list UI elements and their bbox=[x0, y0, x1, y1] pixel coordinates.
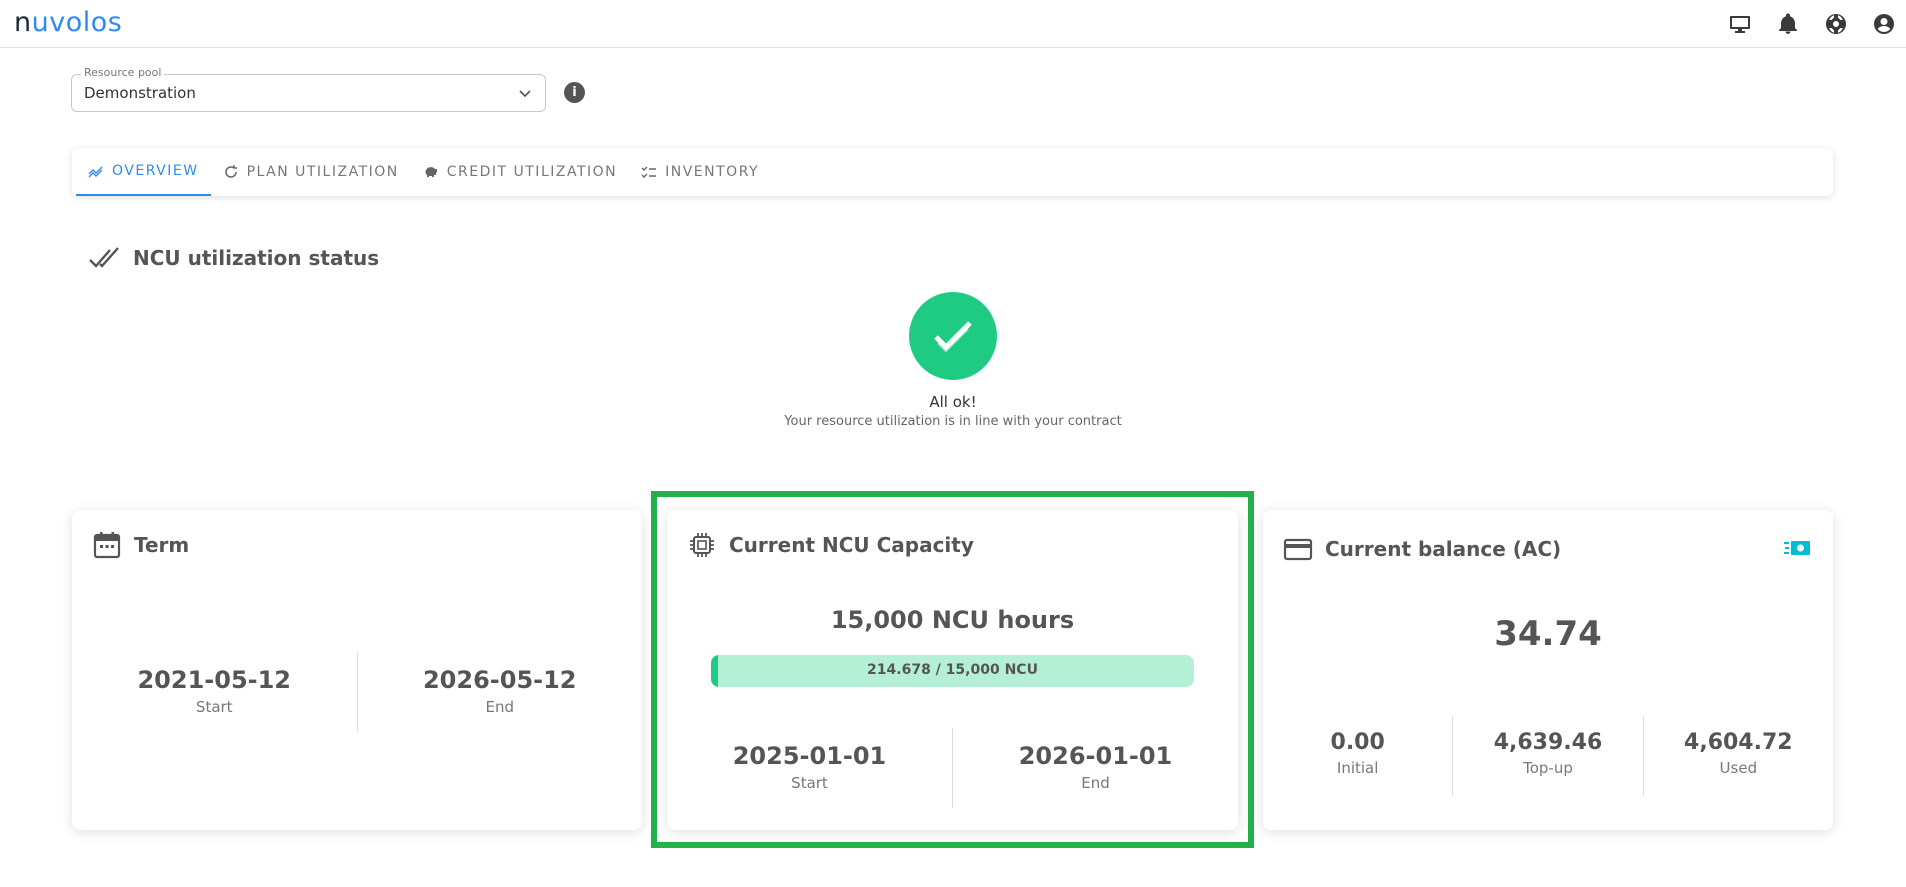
term-start-label: Start bbox=[195, 698, 233, 716]
tab-inventory[interactable]: INVENTORY bbox=[629, 148, 771, 196]
balance-card-title: Current balance (AC) bbox=[1283, 534, 1561, 564]
highlight-box bbox=[651, 491, 1254, 848]
tab-plan-utilization[interactable]: PLAN UTILIZATION bbox=[211, 148, 411, 196]
term-dates: 2021-05-12 Start 2026-05-12 End bbox=[72, 652, 642, 732]
lifebuoy-icon[interactable] bbox=[1822, 10, 1850, 38]
balance-initial-value: 0.00 bbox=[1330, 730, 1385, 755]
balance-initial-label: Initial bbox=[1336, 759, 1379, 777]
tab-inventory-label: INVENTORY bbox=[665, 164, 760, 180]
account-icon[interactable] bbox=[1870, 10, 1898, 38]
term-end-label: End bbox=[485, 698, 514, 716]
tab-overview[interactable]: OVERVIEW bbox=[76, 148, 211, 196]
term-card-title: Term bbox=[92, 530, 189, 560]
term-start: 2021-05-12 Start bbox=[72, 652, 357, 732]
check-icon bbox=[934, 321, 972, 353]
calendar-icon bbox=[93, 532, 121, 559]
tab-bar: OVERVIEW PLAN UTILIZATION CREDIT UTILIZA… bbox=[72, 148, 1833, 196]
resource-pool-value: Demonstration bbox=[84, 84, 196, 102]
ok-subtitle: Your resource utilization is in line wit… bbox=[784, 414, 1122, 429]
resource-pool-label: Resource pool bbox=[81, 66, 165, 79]
tab-plan-utilization-label: PLAN UTILIZATION bbox=[246, 164, 399, 180]
balance-used-label: Used bbox=[1719, 759, 1758, 777]
term-card: Term 2021-05-12 Start 2026-05-12 End bbox=[72, 510, 642, 830]
term-start-date: 2021-05-12 bbox=[137, 666, 291, 694]
double-check-icon bbox=[89, 247, 119, 268]
chevron-down-icon[interactable] bbox=[517, 85, 533, 101]
ok-status-icon bbox=[909, 292, 997, 380]
balance-breakdown: 0.00 Initial 4,639.46 Top-up 4,604.72 Us… bbox=[1263, 716, 1833, 796]
checklist-icon bbox=[641, 166, 657, 178]
top-icons bbox=[1726, 10, 1898, 38]
tab-credit-utilization-label: CREDIT UTILIZATION bbox=[446, 164, 618, 180]
resource-pool-select[interactable]: Resource pool Demonstration bbox=[71, 66, 546, 112]
balance-topup-value: 4,639.46 bbox=[1493, 730, 1603, 755]
status-title: NCU utilization status bbox=[133, 246, 380, 270]
balance-topup: 4,639.46 Top-up bbox=[1452, 716, 1642, 796]
balance-card: Current balance (AC) 34.74 0.00 Initial … bbox=[1263, 510, 1833, 830]
info-icon[interactable]: i bbox=[564, 82, 585, 103]
ok-title: All ok! bbox=[929, 393, 977, 411]
status-heading: NCU utilization status bbox=[88, 246, 379, 270]
refresh-icon bbox=[224, 165, 237, 178]
balance-value: 34.74 bbox=[1494, 614, 1602, 654]
chart-line-icon bbox=[88, 166, 103, 178]
term-end-date: 2026-05-12 bbox=[422, 666, 577, 694]
top-bar: nuvolos bbox=[0, 0, 1906, 48]
cash-icon[interactable] bbox=[1783, 538, 1811, 558]
balance-initial: 0.00 Initial bbox=[1263, 716, 1452, 796]
balance-used-value: 4,604.72 bbox=[1684, 730, 1793, 755]
tab-credit-utilization[interactable]: CREDIT UTILIZATION bbox=[411, 148, 629, 196]
term-end: 2026-05-12 End bbox=[356, 652, 643, 732]
bell-icon[interactable] bbox=[1774, 10, 1802, 38]
balance-used: 4,604.72 Used bbox=[1642, 716, 1833, 796]
nuvolos-logo[interactable]: nuvolos bbox=[14, 7, 122, 38]
monitor-icon[interactable] bbox=[1726, 10, 1754, 38]
piggy-bank-icon bbox=[425, 167, 437, 177]
credit-card-icon bbox=[1283, 538, 1313, 561]
balance-topup-label: Top-up bbox=[1523, 759, 1573, 777]
tab-overview-label: OVERVIEW bbox=[112, 163, 199, 179]
